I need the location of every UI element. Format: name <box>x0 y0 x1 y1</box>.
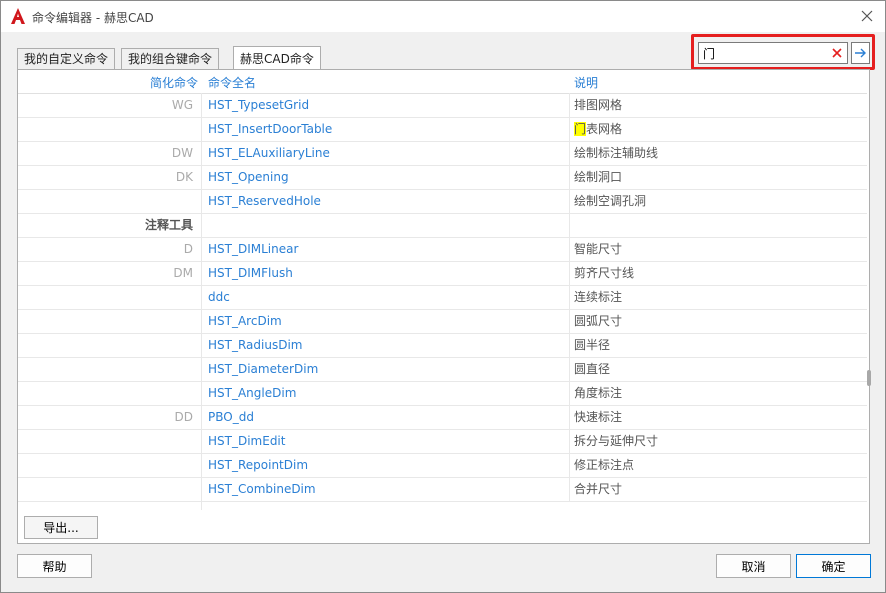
cell-short <box>18 453 202 477</box>
cell-full: HST_DIMLinear <box>208 242 299 256</box>
cell-short: DW <box>18 141 202 165</box>
cell-full: HST_DiameterDim <box>208 362 319 376</box>
cell-short <box>18 357 202 381</box>
column-header-full[interactable]: 命令全名 <box>208 74 256 91</box>
command-panel: 简化命令 命令全名 说明 WG HST_TypesetGrid 排图网格 HST… <box>17 69 871 544</box>
cell-desc: 拆分与延伸尺寸 <box>574 434 659 448</box>
cell-full: HST_TypesetGrid <box>208 98 310 112</box>
cell-short <box>18 309 202 333</box>
ok-button[interactable]: 确定 <box>796 554 871 578</box>
cell-short <box>18 189 202 213</box>
cell-desc: 排图网格 <box>574 98 623 112</box>
tab-hst-cad-commands[interactable]: 赫思CAD命令 <box>233 46 321 70</box>
cell-desc: 圆半径 <box>574 338 611 352</box>
table-row[interactable]: DM HST_DIMFlush 剪齐尺寸线 <box>18 261 867 286</box>
cell-desc: 圆弧尺寸 <box>574 314 623 328</box>
cell-short <box>18 285 202 309</box>
cell-short <box>18 333 202 357</box>
cell-short <box>18 117 202 141</box>
cell-full: HST_AngleDim <box>208 386 297 400</box>
table-row[interactable]: DD PBO_dd 快速标注 <box>18 405 867 430</box>
search-go-button[interactable] <box>851 42 870 64</box>
command-editor-window: 命令编辑器 - 赫思CAD 我的自定义命令 我的组合键命令 赫思CAD命令 简化… <box>0 0 886 593</box>
close-icon[interactable] <box>857 6 877 26</box>
table-row[interactable]: HST_ReservedHole 绘制空调孔洞 <box>18 189 867 214</box>
tab-combo-key-commands[interactable]: 我的组合键命令 <box>121 48 220 70</box>
cell-desc: 剪齐尺寸线 <box>574 266 635 280</box>
table-row[interactable]: HST_RepointDim 修正标注点 <box>18 453 867 478</box>
export-button[interactable]: 导出... <box>24 516 98 539</box>
cell-desc: 门表网格 <box>574 117 622 141</box>
arrow-right-icon <box>855 48 866 58</box>
cell-desc: 智能尺寸 <box>574 242 623 256</box>
search-box <box>698 42 848 64</box>
table-row-partial <box>18 501 867 510</box>
search-input[interactable] <box>703 45 823 61</box>
cell-full: HST_InsertDoorTable <box>208 122 333 136</box>
autocad-logo-icon <box>11 8 25 24</box>
cell-desc: 角度标注 <box>574 386 623 400</box>
table-row[interactable]: D HST_DIMLinear 智能尺寸 <box>18 237 867 262</box>
table-group-row[interactable]: 注释工具 <box>18 213 867 238</box>
cell-short: WG <box>18 93 202 117</box>
cell-full: HST_ArcDim <box>208 314 282 328</box>
cell-full: PBO_dd <box>208 410 254 424</box>
command-table: 简化命令 命令全名 说明 WG HST_TypesetGrid 排图网格 HST… <box>18 70 867 510</box>
cell-desc: 绘制洞口 <box>574 170 623 184</box>
cell-short: D <box>18 237 202 261</box>
table-row[interactable]: HST_AngleDim 角度标注 <box>18 381 867 406</box>
cell-full: HST_DimEdit <box>208 434 286 448</box>
tab-custom-commands[interactable]: 我的自定义命令 <box>17 48 116 70</box>
cell-full: HST_RepointDim <box>208 458 309 472</box>
vertical-scrollbar[interactable] <box>867 70 871 510</box>
cell-desc-rest: 表网格 <box>586 122 623 136</box>
window-title: 命令编辑器 - 赫思CAD <box>32 11 154 25</box>
table-row[interactable]: HST_ArcDim 圆弧尺寸 <box>18 309 867 334</box>
table-row[interactable]: HST_RadiusDim 圆半径 <box>18 333 867 358</box>
table-header: 简化命令 命令全名 说明 <box>18 70 867 94</box>
cell-short <box>18 381 202 405</box>
cell-full: HST_ELAuxiliaryLine <box>208 146 330 160</box>
cell-full: HST_RadiusDim <box>208 338 303 352</box>
cell-short: DD <box>18 405 202 429</box>
column-header-short[interactable]: 简化命令 <box>150 74 198 91</box>
cell-desc: 绘制空调孔洞 <box>574 194 647 208</box>
table-row[interactable]: HST_DiameterDim 圆直径 <box>18 357 867 382</box>
cell-full: ddc <box>208 290 230 304</box>
cell-full: HST_Opening <box>208 170 289 184</box>
cell-short <box>18 429 202 453</box>
cell-desc: 修正标注点 <box>574 458 635 472</box>
cell-short: DM <box>18 261 202 285</box>
table-row[interactable]: DW HST_ELAuxiliaryLine 绘制标注辅助线 <box>18 141 867 166</box>
table-row[interactable]: HST_InsertDoorTable 门表网格 <box>18 117 867 142</box>
cell-short: DK <box>18 165 202 189</box>
help-button[interactable]: 帮助 <box>17 554 92 578</box>
cell-full: HST_CombineDim <box>208 482 316 496</box>
table-row[interactable]: ddc 连续标注 <box>18 285 867 310</box>
table-row[interactable]: HST_DimEdit 拆分与延伸尺寸 <box>18 429 867 454</box>
cancel-button[interactable]: 取消 <box>716 554 791 578</box>
title-bar: 命令编辑器 - 赫思CAD <box>1 1 885 32</box>
cell-desc: 合并尺寸 <box>574 482 623 496</box>
cell-full: HST_ReservedHole <box>208 194 321 208</box>
cell-desc: 连续标注 <box>574 290 623 304</box>
cell-full: HST_DIMFlush <box>208 266 293 280</box>
cell-short <box>18 477 202 501</box>
table-row[interactable]: HST_CombineDim 合并尺寸 <box>18 477 867 502</box>
cell-desc: 圆直径 <box>574 362 611 376</box>
cell-desc: 绘制标注辅助线 <box>574 146 659 160</box>
search-match-highlight: 门 <box>574 122 587 136</box>
group-label: 注释工具 <box>18 213 202 237</box>
table-row[interactable]: WG HST_TypesetGrid 排图网格 <box>18 93 867 118</box>
scrollbar-thumb[interactable] <box>867 370 871 386</box>
cell-desc: 快速标注 <box>574 410 623 424</box>
clear-search-icon[interactable] <box>830 46 844 60</box>
column-header-desc[interactable]: 说明 <box>574 74 598 91</box>
table-row[interactable]: DK HST_Opening 绘制洞口 <box>18 165 867 190</box>
